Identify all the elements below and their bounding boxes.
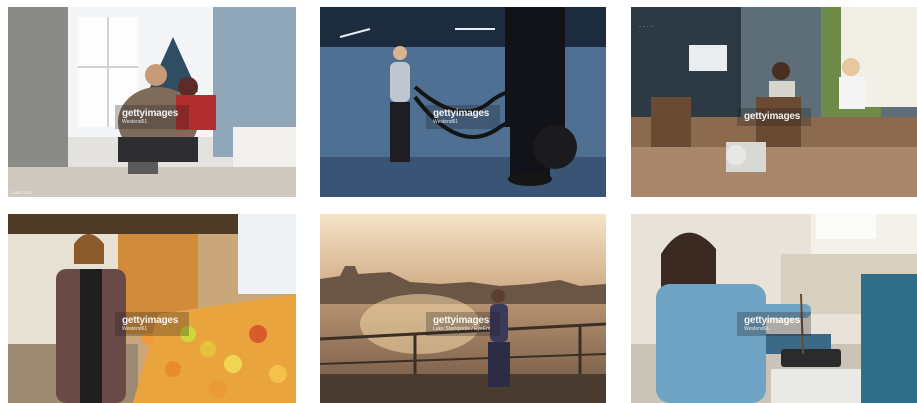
svg-text:. . . .: . . . . (639, 22, 653, 29)
photo-woman-running-riverside-sunset (320, 214, 606, 403)
gallery-image-couple-sitting-on-floor[interactable]: gettyimages Westend61 1185179311 (8, 7, 296, 197)
gallery-image-woman-running-riverside-sunset[interactable]: gettyimages Luke Stackpoole / EyeEm (320, 214, 606, 403)
photo-woman-cooking-kitchen (631, 214, 917, 403)
photo-cafe-interior-friends: . . . . (631, 7, 917, 197)
photo-woman-fruit-market (8, 214, 296, 403)
photo-couple-sitting-on-floor (8, 7, 296, 197)
gallery-image-woman-battle-ropes-gym[interactable]: gettyimages Westend61 (320, 7, 606, 197)
photo-woman-battle-ropes-gym (320, 7, 606, 197)
gallery-image-woman-fruit-market[interactable]: gettyimages Westend61 (8, 214, 296, 403)
image-gallery: gettyimages Westend61 1185179311 gettyim… (0, 0, 917, 403)
gallery-image-cafe-interior-friends[interactable]: . . . . gettyimages (631, 7, 917, 197)
gallery-image-woman-cooking-kitchen[interactable]: gettyimages Westend61 (631, 214, 917, 403)
